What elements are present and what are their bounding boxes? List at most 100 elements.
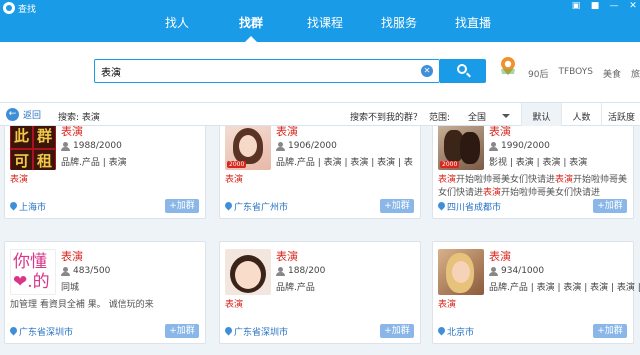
person-icon	[489, 266, 498, 276]
scope-label: 范围:	[429, 113, 451, 123]
chevron-down-icon	[502, 114, 510, 122]
sort-tab-members[interactable]: 人数	[561, 103, 601, 126]
person-icon	[61, 141, 70, 151]
group-description: 加管理 看資貝全補 果。 诚信玩的来	[10, 300, 154, 310]
avatar-badge: 2000	[440, 161, 460, 168]
group-description: 表演	[225, 300, 244, 310]
group-card[interactable]: 2000 表演 1906/2000 品牌.产品 | 表演 | 表演 | 表演 |…	[219, 126, 421, 219]
join-group-button[interactable]: +加群	[593, 199, 627, 213]
title-bar: 查找 ▣ ■ — ✕ 找人 找群 找课程 找服务 找直播	[0, 0, 640, 42]
person-icon	[276, 266, 285, 276]
group-tags: 同城	[61, 283, 80, 293]
skin-icon[interactable]: ▣	[571, 1, 581, 11]
member-count: 483/500	[61, 266, 110, 276]
group-avatar[interactable]: 你懂 ❤.的	[10, 249, 56, 295]
group-name[interactable]: 表演	[61, 248, 83, 264]
group-name[interactable]: 表演	[489, 126, 511, 139]
search-keyword-label: 搜索: 表演	[58, 113, 100, 123]
group-location: 广东省广州市	[225, 200, 288, 213]
not-found-link[interactable]: 搜索不到我的群？	[350, 110, 422, 123]
location-icon	[438, 327, 445, 336]
sort-tab-activity[interactable]: 活跃度	[601, 103, 640, 126]
location-icon	[10, 327, 17, 336]
join-group-button[interactable]: +加群	[165, 324, 199, 338]
group-card[interactable]: 2000 表演 1990/2000 影视 | 表演 | 表演 | 表演 表演开始…	[432, 126, 634, 219]
group-tags: 影视 | 表演 | 表演 | 表演	[489, 158, 588, 168]
group-location: 四川省成都市	[438, 200, 501, 213]
join-group-button[interactable]: +加群	[380, 199, 414, 213]
group-name[interactable]: 表演	[276, 248, 298, 264]
tab-find-people[interactable]: 找人	[140, 14, 214, 42]
scope-select[interactable]: 全国	[460, 106, 518, 124]
member-count: 1906/2000	[276, 141, 337, 151]
location-icon	[438, 202, 445, 211]
back-arrow-icon: ←	[6, 108, 19, 121]
person-icon	[276, 141, 285, 151]
group-card[interactable]: 表演 934/1000 品牌.产品 | 表演 | 表演 | 表演 | 表演 | …	[432, 241, 640, 344]
group-tags: 品牌.产品 | 表演	[61, 158, 127, 168]
back-label: 返回	[23, 111, 42, 121]
location-icon	[225, 202, 232, 211]
location-icon	[10, 202, 17, 211]
group-tags: 品牌.产品	[276, 283, 315, 293]
group-card[interactable]: 你懂 ❤.的 表演 483/500 同城 加管理 看資貝全補 果。 诚信玩的来 …	[4, 241, 206, 344]
tab-find-courses[interactable]: 找课程	[288, 14, 362, 42]
group-tags: 品牌.产品 | 表演 | 表演 | 表演 | 表演 | 表	[489, 283, 640, 293]
group-avatar[interactable]	[438, 249, 484, 295]
back-button[interactable]: ← 返回	[6, 108, 41, 121]
window-title: 查找	[18, 5, 37, 15]
search-button[interactable]	[440, 59, 486, 83]
scope-value: 全国	[468, 113, 487, 123]
group-avatar[interactable]: 此 群 可 租	[10, 126, 56, 170]
search-area: ✕ 90后 TFBOYS 美食 旅游	[0, 42, 640, 102]
tab-find-groups[interactable]: 找群	[214, 14, 288, 42]
group-name[interactable]: 表演	[276, 126, 298, 139]
person-icon	[61, 266, 70, 276]
group-description: 表演	[10, 175, 29, 185]
member-count: 1988/2000	[61, 141, 122, 151]
location-pin-icon[interactable]	[500, 56, 516, 76]
find-window: 查找 ▣ ■ — ✕ 找人 找群 找课程 找服务 找直播 ✕	[0, 0, 640, 355]
member-count: 934/1000	[489, 266, 544, 276]
window-controls: ▣ ■ — ✕	[571, 1, 638, 11]
join-group-button[interactable]: +加群	[165, 199, 199, 213]
filter-bar: ← 返回 搜索: 表演 搜索不到我的群？ 范围: 全国 默认 人数 活跃度	[0, 102, 640, 126]
group-description: 表演	[225, 175, 244, 185]
hot-tags: 90后 TFBOYS 美食 旅游	[528, 67, 640, 80]
group-description: 表演开始啦帅哥美女们快请进表演开始啦帅哥美女们快请进表演开始啦帅哥美女们快请进	[438, 175, 628, 198]
group-location: 广东省深圳市	[10, 325, 73, 338]
group-tags: 品牌.产品 | 表演 | 表演 | 表演 | 表	[276, 158, 413, 168]
nav-tabs: 找人 找群 找课程 找服务 找直播	[140, 14, 510, 42]
tab-find-services[interactable]: 找服务	[362, 14, 436, 42]
hot-tag[interactable]: 90后	[528, 67, 548, 80]
group-location: 北京市	[438, 325, 474, 338]
close-icon[interactable]: ✕	[628, 1, 638, 11]
tab-find-live[interactable]: 找直播	[436, 14, 510, 42]
group-card[interactable]: 表演 188/200 品牌.产品 表演 广东省深圳市 +加群	[219, 241, 421, 344]
group-avatar[interactable]: 2000	[438, 126, 484, 170]
hot-tag[interactable]: 美食	[603, 67, 621, 80]
location-icon	[225, 327, 232, 336]
group-card[interactable]: 此 群 可 租 表演 1988/2000 品牌.产品 | 表演 表演 上海市 +…	[4, 126, 206, 219]
hot-tag[interactable]: 旅游	[631, 67, 640, 80]
results-grid: 此 群 可 租 表演 1988/2000 品牌.产品 | 表演 表演 上海市 +…	[0, 126, 640, 355]
hot-tag[interactable]: TFBOYS	[558, 67, 593, 80]
clear-search-icon[interactable]: ✕	[421, 65, 433, 77]
group-avatar[interactable]: 2000	[225, 126, 271, 170]
member-count: 188/200	[276, 266, 325, 276]
minimize-icon[interactable]: —	[609, 1, 619, 11]
group-avatar[interactable]	[225, 249, 271, 295]
person-icon	[489, 141, 498, 151]
lock-icon[interactable]: ■	[590, 1, 600, 11]
group-location: 上海市	[10, 200, 46, 213]
member-count: 1990/2000	[489, 141, 550, 151]
sort-tab-default[interactable]: 默认	[521, 103, 561, 126]
avatar-badge: 2000	[227, 161, 247, 168]
search-input[interactable]	[95, 60, 395, 82]
group-location: 广东省深圳市	[225, 325, 288, 338]
join-group-button[interactable]: +加群	[593, 324, 627, 338]
join-group-button[interactable]: +加群	[380, 324, 414, 338]
search-box: ✕	[94, 59, 440, 83]
group-name[interactable]: 表演	[61, 126, 83, 139]
group-name[interactable]: 表演	[489, 248, 511, 264]
